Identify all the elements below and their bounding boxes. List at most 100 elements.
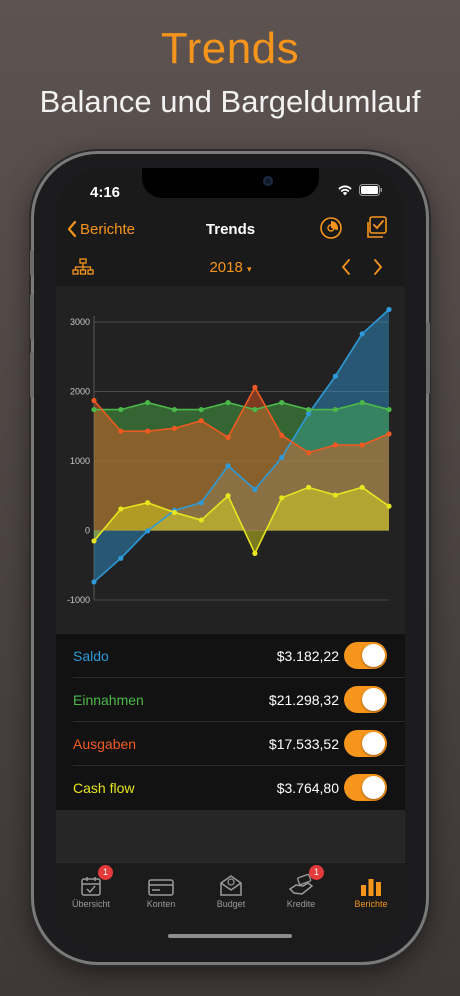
data-point (145, 528, 151, 534)
battery-icon (359, 184, 382, 196)
data-point (332, 442, 338, 448)
data-point (198, 500, 204, 506)
row-value: $3.182,22 (276, 648, 339, 664)
notch (142, 168, 319, 198)
tab-label: Kredite (286, 899, 316, 909)
row-value: $21.298,32 (268, 692, 339, 708)
caret-down-icon: ▾ (247, 264, 252, 274)
row-value: $3.764,80 (276, 780, 339, 796)
data-point (198, 517, 204, 523)
data-point (279, 454, 285, 461)
row-label: Ausgaben (73, 736, 137, 752)
tab-label: Übersicht (71, 899, 110, 909)
prev-year-button[interactable] (340, 257, 352, 282)
data-point (305, 450, 312, 456)
data-point (198, 418, 204, 424)
envelope-money-icon (220, 875, 242, 896)
next-year-button[interactable] (372, 257, 384, 282)
data-point (252, 406, 258, 413)
data-point (305, 484, 312, 491)
data-point (91, 397, 97, 404)
tab-budget[interactable]: Budget (196, 869, 266, 909)
data-point (171, 509, 178, 516)
data-point (359, 442, 365, 448)
data-point (332, 373, 338, 379)
data-point (225, 400, 231, 406)
summary-list: Saldo $3.182,22 Einnahmen $21.298,32 Aus… (56, 634, 405, 810)
y-tick-label: 0 (85, 526, 90, 536)
credit-card-icon (148, 879, 174, 896)
checkbox-select-icon (367, 216, 387, 238)
data-point (118, 506, 124, 512)
data-point (118, 428, 124, 434)
data-point (386, 503, 392, 509)
data-point (279, 400, 285, 406)
data-point (91, 579, 97, 585)
row-value: $17.533,52 (268, 736, 339, 752)
select-button[interactable] (366, 216, 388, 245)
pie-chart-icon (320, 217, 342, 239)
data-point (145, 500, 151, 506)
data-point (386, 406, 392, 413)
data-point (118, 555, 124, 561)
nav-title: Trends (205, 221, 256, 238)
data-point (386, 306, 392, 313)
empty-area (56, 810, 405, 862)
data-point (279, 432, 285, 438)
phone-volume-up (30, 294, 34, 340)
data-point (91, 406, 97, 413)
phone-side-button (30, 250, 34, 276)
status-time: 4:16 (90, 184, 121, 201)
home-indicator (168, 934, 292, 938)
data-point (171, 425, 178, 431)
data-point (225, 434, 231, 440)
data-point (359, 331, 365, 337)
data-point (252, 550, 258, 557)
y-tick-label: 3000 (70, 317, 90, 327)
status-icons (337, 184, 383, 196)
pie-chart-button[interactable] (319, 216, 343, 245)
chevron-left-icon (341, 259, 350, 275)
wifi-icon (338, 185, 352, 196)
tab-label: Konten (146, 899, 176, 909)
calendar-check-icon (81, 877, 101, 896)
data-point (279, 495, 285, 501)
row-label: Einnahmen (73, 692, 144, 708)
data-point (359, 484, 365, 491)
tab-berichte[interactable]: Berichte (336, 869, 405, 909)
data-point (145, 428, 151, 434)
tab-konten[interactable]: Konten (126, 869, 196, 909)
ausgaben-toggle[interactable] (344, 730, 387, 757)
data-point (386, 431, 392, 437)
nav-bar: Berichte Trends (56, 216, 405, 244)
year-selector[interactable]: 2018 ▾ (56, 259, 405, 276)
notification-badge: 1 (309, 865, 324, 880)
row-label: Saldo (73, 648, 109, 664)
summary-row: Einnahmen $21.298,32 (56, 678, 405, 722)
data-point (225, 493, 231, 499)
summary-row: Saldo $3.182,22 (56, 634, 405, 678)
row-label: Cash flow (73, 780, 135, 796)
app-screen: 4:16 Berichte Trends 2018 ▾ 3000 2000 10… (56, 168, 405, 948)
notification-badge: 1 (98, 865, 113, 880)
saldo-toggle[interactable] (344, 642, 387, 669)
camera (263, 176, 273, 186)
summary-row: Ausgaben $17.533,52 (56, 722, 405, 766)
data-point (91, 538, 97, 544)
phone-power-button (426, 322, 430, 394)
chart-svg: 3000 2000 1000 0 -1000 (67, 306, 392, 605)
chevron-right-icon (374, 259, 383, 275)
y-tick-label: -1000 (67, 595, 90, 605)
tab-label: Budget (216, 899, 246, 909)
year-value: 2018 (209, 259, 243, 276)
data-point (305, 406, 312, 413)
y-tick-label: 2000 (70, 387, 90, 397)
data-point (171, 406, 178, 413)
data-point (118, 406, 124, 413)
einnahmen-toggle[interactable] (344, 686, 387, 713)
tab-kredite[interactable]: 1 Kredite (266, 865, 336, 909)
data-point (252, 384, 258, 390)
data-point (252, 486, 258, 493)
tab-uebersicht[interactable]: 1 Übersicht (56, 865, 126, 909)
cashflow-toggle[interactable] (344, 774, 387, 801)
